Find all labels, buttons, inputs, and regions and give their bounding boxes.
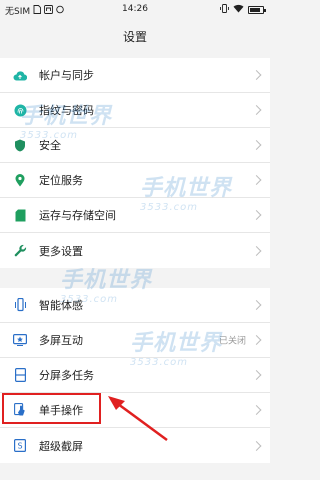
red-arrow-icon [108, 396, 168, 442]
